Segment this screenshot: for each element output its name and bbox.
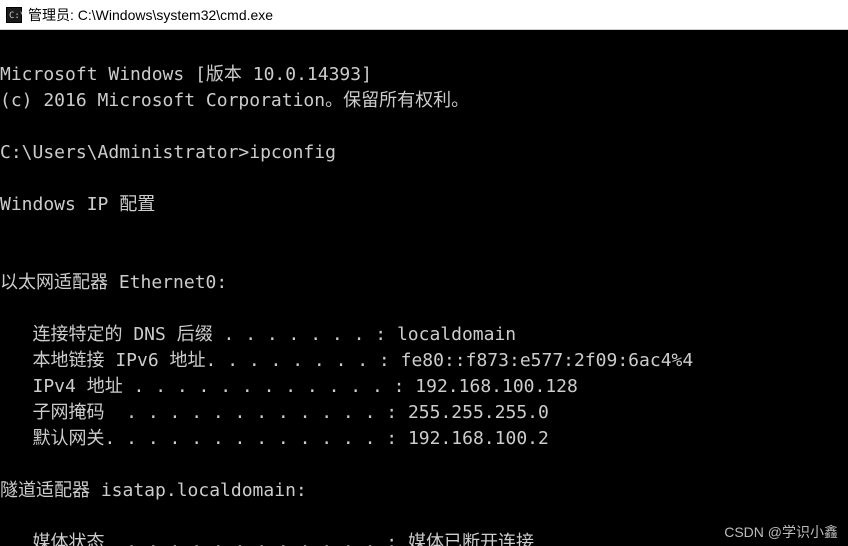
blank-line [0, 246, 11, 267]
copyright-line: (c) 2016 Microsoft Corporation。保留所有权利。 [0, 90, 469, 111]
blank-line [0, 220, 11, 241]
adapter1-subnet: 子网掩码 . . . . . . . . . . . . : 255.255.2… [0, 402, 549, 423]
value: 192.168.100.128 [415, 376, 578, 397]
window-titlebar: C:\ 管理员: C:\Windows\system32\cmd.exe [0, 0, 848, 30]
terminal-output[interactable]: Microsoft Windows [版本 10.0.14393] (c) 20… [0, 30, 848, 546]
label: 本地链接 IPv6 地址. . . . . . . . : [0, 350, 401, 371]
blank-line [0, 168, 11, 189]
value: 媒体已断开连接 [408, 532, 534, 546]
window-title: 管理员: C:\Windows\system32\cmd.exe [28, 5, 273, 25]
prompt-line: C:\Users\Administrator>ipconfig [0, 142, 336, 163]
value: localdomain [397, 324, 516, 345]
adapter1-ipv4: IPv4 地址 . . . . . . . . . . . . : 192.16… [0, 376, 578, 397]
version-line: Microsoft Windows [版本 10.0.14393] [0, 64, 372, 85]
ipconfig-header: Windows IP 配置 [0, 194, 155, 215]
label: 子网掩码 . . . . . . . . . . . . : [0, 402, 408, 423]
cmd-icon: C:\ [6, 7, 22, 23]
label: 连接特定的 DNS 后缀 . . . . . . . : [0, 324, 397, 345]
adapter1-gateway: 默认网关. . . . . . . . . . . . . : 192.168.… [0, 428, 549, 449]
label: IPv4 地址 . . . . . . . . . . . . : [0, 376, 415, 397]
adapter2-media-state: 媒体状态 . . . . . . . . . . . . : 媒体已断开连接 [0, 532, 534, 546]
svg-text:C:\: C:\ [9, 11, 22, 21]
value: 255.255.255.0 [408, 402, 549, 423]
watermark: CSDN @学识小鑫 [724, 522, 838, 542]
value: fe80::f873:e577:2f09:6ac4%4 [401, 350, 694, 371]
adapter1-title: 以太网适配器 Ethernet0: [0, 272, 227, 293]
blank-line [0, 454, 11, 475]
value: 192.168.100.2 [408, 428, 549, 449]
adapter1-dns-suffix: 连接特定的 DNS 后缀 . . . . . . . : localdomain [0, 324, 516, 345]
blank-line [0, 506, 11, 527]
blank-line [0, 298, 11, 319]
adapter2-title: 隧道适配器 isatap.localdomain: [0, 480, 307, 501]
blank-line [0, 116, 11, 137]
label: 媒体状态 . . . . . . . . . . . . : [0, 532, 408, 546]
label: 默认网关. . . . . . . . . . . . . : [0, 428, 408, 449]
adapter1-ipv6: 本地链接 IPv6 地址. . . . . . . . : fe80::f873… [0, 350, 693, 371]
